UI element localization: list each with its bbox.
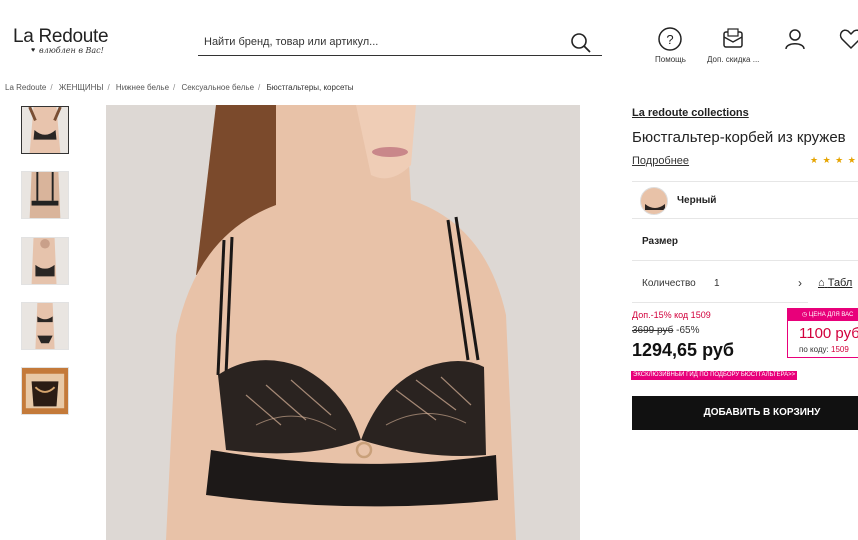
search-bar[interactable]: Найти бренд, товар или артикул... [198,28,602,56]
clock-icon: ◷ [802,312,808,318]
deal-header: ◷ ЦЕНА ДЛЯ ВАС [788,309,858,321]
thumbnail-1[interactable] [21,106,69,154]
deal-code: 1509 [831,345,849,354]
heart-icon: ♥ [31,47,36,54]
color-label: Черный [677,195,717,206]
logo-text: La Redoute [13,26,109,47]
old-price: 3699 руб [632,325,674,336]
quantity-label: Количество [642,278,696,289]
thumbnail-5[interactable] [21,367,69,415]
thumbnail-image [22,238,68,284]
rating-stars: ★ ★ ★ ★ [810,155,857,165]
size-label: Размер [642,236,679,247]
breadcrumb-item[interactable]: La Redoute [5,83,46,92]
help-label: Помощь [655,55,686,64]
discount-percent: -65% [676,325,700,336]
old-price-block: 3699 руб -65% [632,325,699,336]
deal-price: 1100 руб [799,325,858,342]
thumbnail-4[interactable] [21,302,69,350]
help-button[interactable]: ? Помощь [655,26,686,64]
size-guide-link[interactable]: ⌂ Табл [818,277,852,289]
search-icon[interactable] [570,32,592,54]
chevron-right-icon[interactable]: › [798,276,802,290]
bra-guide-link[interactable]: ЭКСКЛЮЗИВНЫЙ ГИД ПО ПОДБОРУ БЮСТГАЛЬТЕРА… [631,371,798,380]
account-button[interactable] [783,26,807,52]
breadcrumb-item-current[interactable]: Бюстгальтеры, корсеты [266,83,353,92]
search-input[interactable]: Найти бренд, товар или артикул... [204,36,378,48]
thumbnail-image [22,172,68,218]
promo-code-text: Доп.-15% код 1509 [632,310,711,320]
site-logo[interactable]: La Redoute ♥ влюблен в Вас! [13,26,109,55]
size-selector[interactable]: Размер [632,225,858,261]
quantity-selector[interactable]: Количество 1 › [632,267,808,303]
breadcrumb-item[interactable]: Нижнее белье [116,83,169,92]
tag-icon: ⌂ [818,277,825,289]
product-main-image[interactable] [106,105,580,540]
thumbnail-2[interactable] [21,171,69,219]
breadcrumb-item[interactable]: ЖЕНЩИНЫ [59,83,104,92]
add-to-cart-button[interactable]: ДОБАВИТЬ В КОРЗИНУ [632,396,858,430]
thumbnail-3[interactable] [21,237,69,285]
quantity-value[interactable]: 1 [714,278,720,289]
color-swatch[interactable] [640,187,668,215]
discount-label: Доп. скидка ... [707,55,760,64]
svg-text:?: ? [667,32,674,47]
current-price: 1294,65 руб [632,340,734,360]
deal-code-line: по коду: 1509 [799,345,849,354]
color-selector[interactable]: Черный [632,181,858,219]
breadcrumb: La Redoute / ЖЕНЩИНЫ / Нижнее белье / Сексу… [5,83,354,92]
user-icon [785,29,805,50]
envelope-icon [723,28,743,48]
deal-code-label: по коду: [799,345,829,354]
deal-header-text: ЦЕНА ДЛЯ ВАС [808,312,854,318]
size-guide-label: Табл [827,277,853,289]
wishlist-button[interactable] [838,26,858,52]
logo-tagline: влюблен в Вас! [39,46,104,55]
site-header: La Redoute ♥ влюблен в Вас! Найти бренд,… [0,0,858,80]
thumbnail-image [22,303,68,349]
discount-button[interactable]: Доп. скидка ... [707,26,759,64]
question-icon: ? [658,27,683,51]
product-title: Бюстгальтер-корбей из кружев [632,129,846,146]
breadcrumb-item[interactable]: Сексуальное белье [182,83,255,92]
thumbnail-image [22,368,68,414]
thumbnail-image [22,107,68,153]
personal-price-box: ◷ ЦЕНА ДЛЯ ВАС 1100 руб по коду: 1509 [787,308,858,358]
more-details-link[interactable]: Подробнее [632,155,689,167]
product-photo [106,105,580,540]
heart-outline-icon [839,29,858,50]
brand-link[interactable]: La redoute collections [632,107,749,119]
swatch-image [641,188,667,214]
